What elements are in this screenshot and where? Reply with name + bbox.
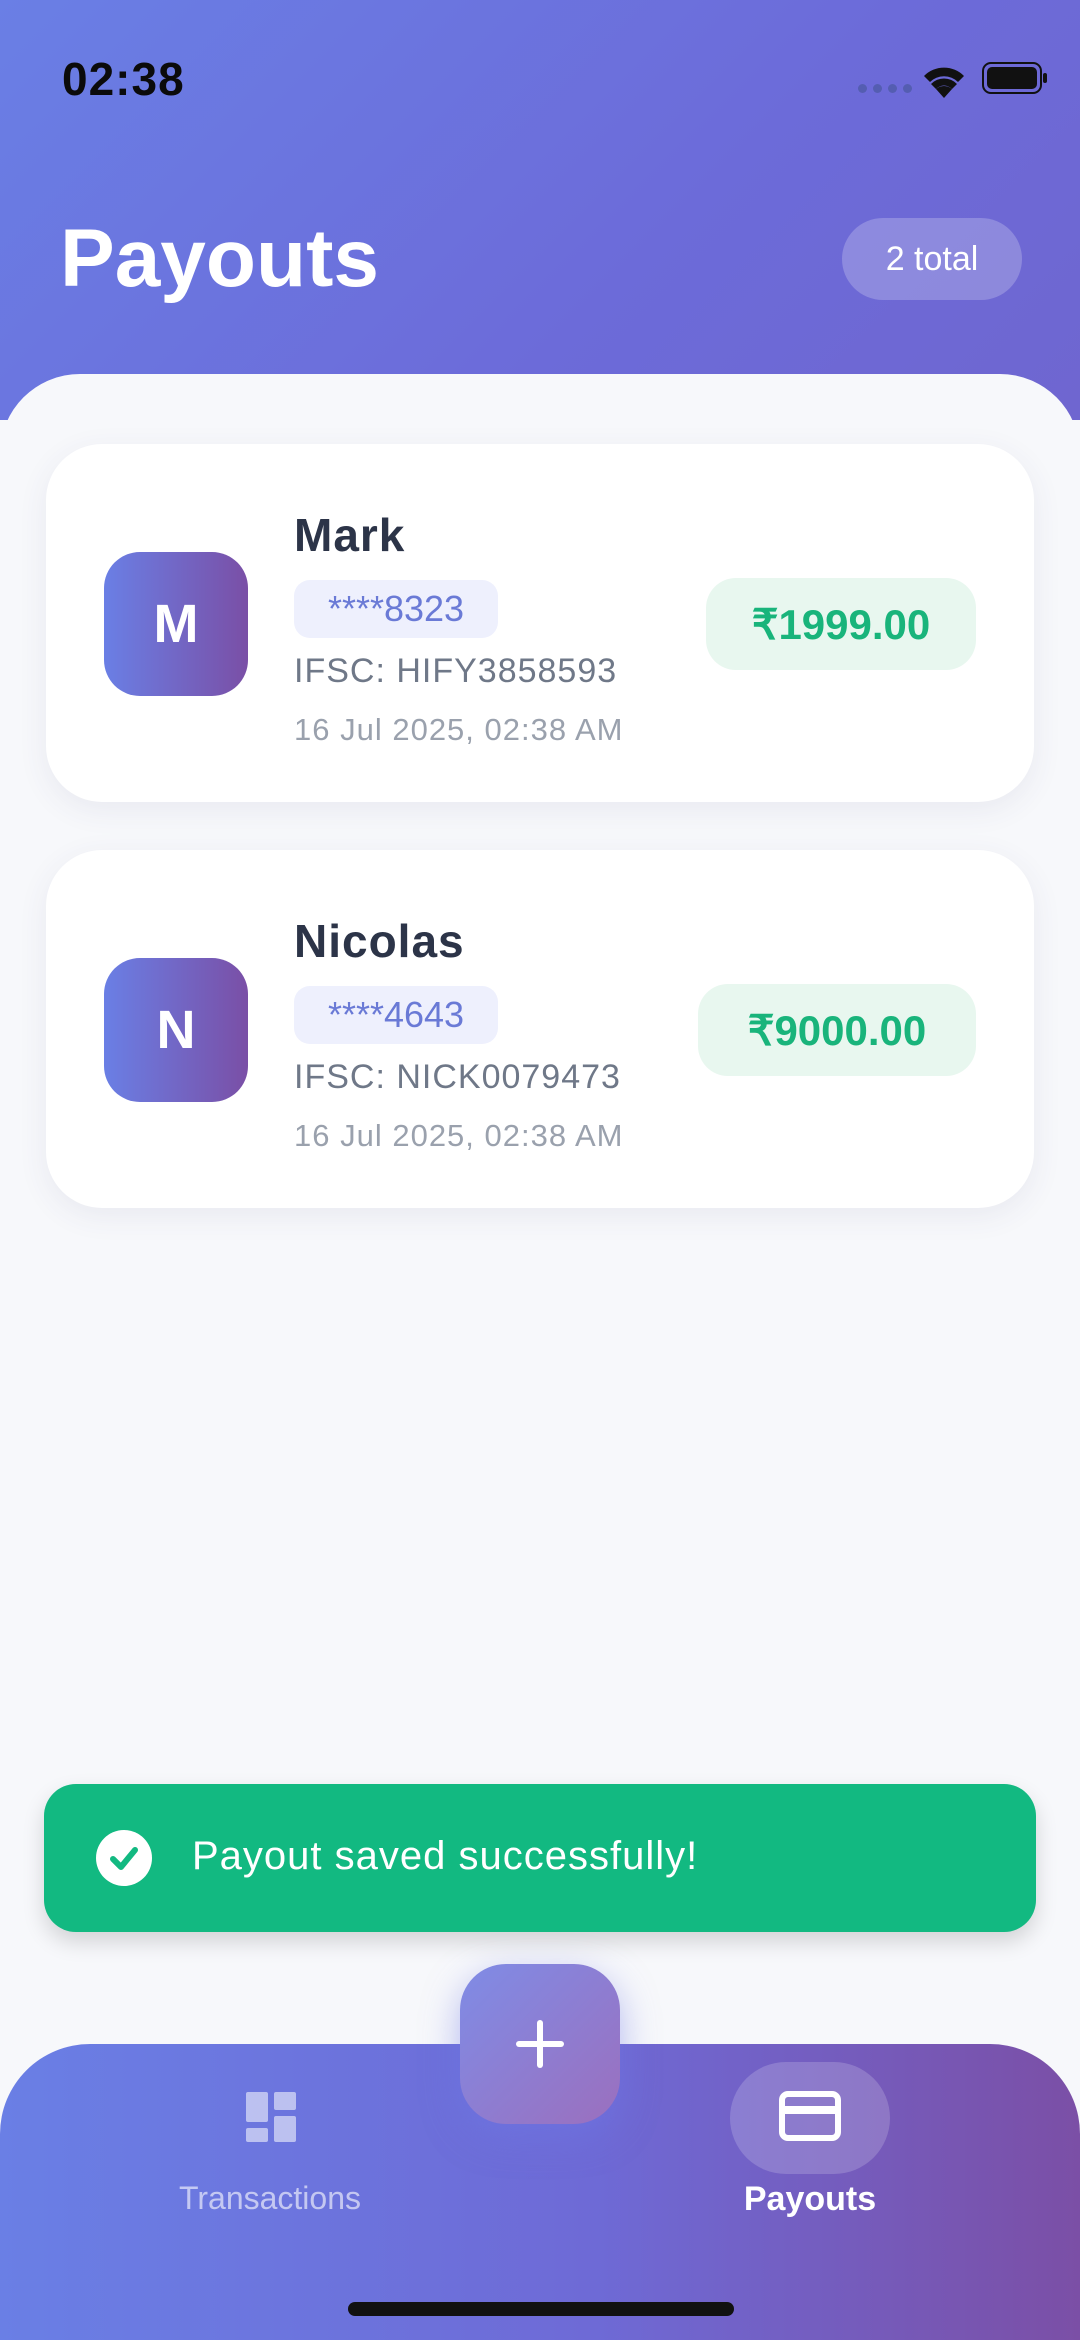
avatar: N — [104, 958, 248, 1102]
payout-card[interactable]: M Mark ****8323 IFSC: HIFY3858593 16 Jul… — [46, 444, 1034, 802]
credit-card-icon[interactable] — [778, 2088, 842, 2144]
cellular-signal-icon — [858, 84, 912, 93]
success-toast: Payout saved successfully! — [44, 1784, 1036, 1932]
amount-badge: ₹9000.00 — [698, 984, 976, 1076]
home-indicator — [348, 2302, 734, 2316]
ifsc-code: IFSC: NICK0079473 — [294, 1058, 621, 1096]
ifsc-code: IFSC: HIFY3858593 — [294, 652, 618, 690]
add-payout-button[interactable] — [460, 1964, 620, 2124]
toast-message: Payout saved successfully! — [192, 1834, 699, 1878]
payee-name: Mark — [294, 509, 406, 561]
total-count-badge: 2 total — [842, 218, 1022, 300]
payee-name: Nicolas — [294, 915, 465, 967]
account-number-badge: ****8323 — [294, 580, 498, 638]
page-title: Payouts — [60, 213, 379, 304]
payout-date: 16 Jul 2025, 02:38 AM — [294, 712, 624, 747]
wifi-icon — [924, 67, 964, 98]
payout-date: 16 Jul 2025, 02:38 AM — [294, 1118, 624, 1153]
amount-badge: ₹1999.00 — [706, 578, 976, 670]
payout-card[interactable]: N Nicolas ****4643 IFSC: NICK0079473 16 … — [46, 850, 1034, 1208]
nav-item-transactions[interactable]: Transactions — [160, 2180, 380, 2217]
plus-icon — [516, 2020, 564, 2068]
status-bar: 02:38 — [0, 0, 1080, 150]
dashboard-grid-icon[interactable] — [244, 2090, 298, 2144]
avatar: M — [104, 552, 248, 696]
status-time: 02:38 — [62, 53, 185, 105]
nav-item-payouts[interactable]: Payouts — [700, 2180, 920, 2219]
battery-icon — [982, 62, 1047, 94]
account-number-badge: ****4643 — [294, 986, 498, 1044]
check-circle-icon — [96, 1830, 152, 1886]
